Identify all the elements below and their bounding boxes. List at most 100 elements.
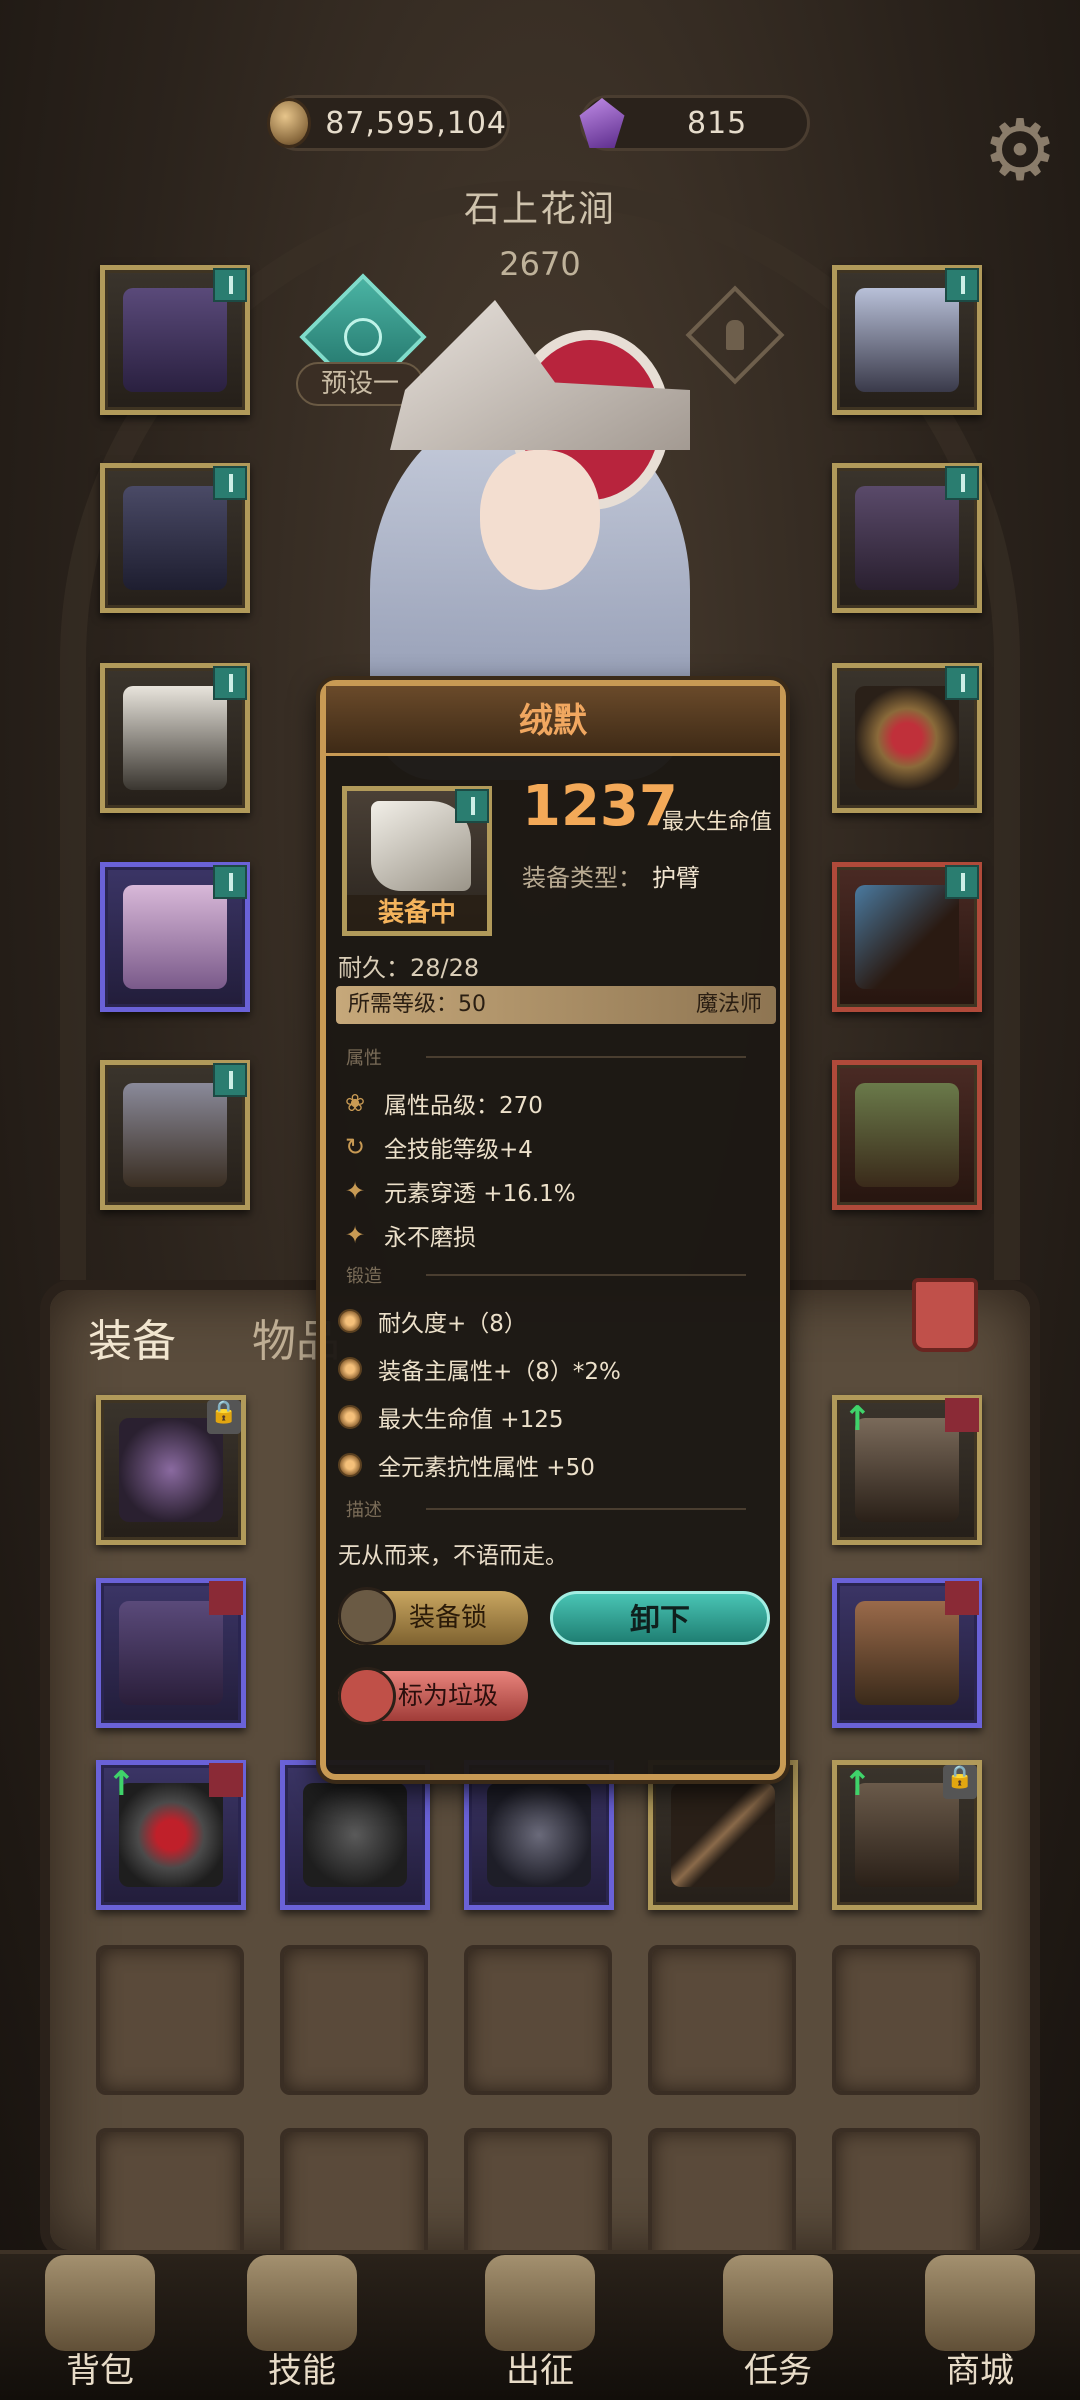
- purple-gem-icon: [579, 98, 625, 148]
- inventory-item[interactable]: [464, 1760, 614, 1910]
- nav-quests[interactable]: 任务: [698, 2255, 858, 2392]
- forge-row: 全元素抗性属性 +50: [338, 1448, 595, 1482]
- equip-slot-offhand[interactable]: [832, 1060, 982, 1210]
- inventory-item[interactable]: ↑ 🔒: [832, 1760, 982, 1910]
- spellbook-icon: [855, 1083, 959, 1187]
- accessory-icon: [855, 486, 959, 590]
- upgrade-arrow-icon: ↑: [843, 1764, 872, 1804]
- inventory-item[interactable]: [96, 1578, 246, 1728]
- item-type-value: 护臂: [652, 864, 700, 892]
- forge-row: 最大生命值 +125: [338, 1400, 563, 1434]
- item-preview: 装备中: [342, 786, 492, 936]
- inventory-item[interactable]: 🔒: [96, 1395, 246, 1545]
- grade-tag: [945, 466, 979, 500]
- skirt-icon: [123, 885, 227, 989]
- currency-bar: 87,595,104 815: [0, 95, 1080, 155]
- tab-equipment[interactable]: 装备: [88, 1305, 176, 1369]
- forge-text: 最大生命值 +125: [378, 1407, 564, 1433]
- equip-slot-accessory[interactable]: [832, 463, 982, 613]
- equip-slot-armor[interactable]: [100, 463, 250, 613]
- scroll-icon: [723, 2255, 833, 2351]
- attr-text: 永不磨损: [384, 1225, 476, 1251]
- grade-tag: [213, 466, 247, 500]
- shop-crown-icon: [925, 2255, 1035, 2351]
- item-description: 无从而来，不语而走。: [338, 1543, 568, 1569]
- equip-slot-ring[interactable]: [832, 663, 982, 813]
- empty-slot[interactable]: [280, 1945, 428, 2095]
- forge-row: 装备主属性+（8）*2%: [338, 1352, 621, 1386]
- skill-book-icon: [247, 2255, 357, 2351]
- backpack-icon: [45, 2255, 155, 2351]
- nav-expedition[interactable]: 出征: [460, 2255, 620, 2392]
- inventory-item[interactable]: [648, 1760, 798, 1910]
- staff-icon: [855, 885, 959, 989]
- forge-text: 全元素抗性属性 +50: [378, 1455, 595, 1481]
- trash-bin-icon[interactable]: [912, 1278, 978, 1352]
- empty-slot[interactable]: [832, 1945, 980, 2095]
- grade-tag: [945, 1398, 979, 1432]
- item-tooltip: 绒默 装备中 1237 最大生命值 装备类型： 护臂 耐久：28/28 所需等级…: [320, 680, 786, 1780]
- unequip-button[interactable]: 卸下: [550, 1591, 770, 1645]
- equip-slot-boots[interactable]: [100, 1060, 250, 1210]
- grade-tag: [455, 789, 489, 823]
- forge-dot-icon: [338, 1453, 362, 1477]
- nav-shop[interactable]: 商城: [900, 2255, 1060, 2392]
- equip-slot-skirt[interactable]: [100, 862, 250, 1012]
- empty-slot[interactable]: [96, 1945, 244, 2095]
- attr-row: ❀ 属性品级：270: [338, 1086, 543, 1120]
- settings-gear-icon[interactable]: ⚙: [980, 108, 1060, 192]
- boots-icon: [123, 1083, 227, 1187]
- attr-text: 元素穿透 +16.1%: [384, 1181, 576, 1207]
- equipped-label: 装备中: [347, 895, 487, 931]
- empty-slot[interactable]: [464, 1945, 612, 2095]
- amulet-icon: [487, 1783, 591, 1887]
- inventory-item[interactable]: [832, 1578, 982, 1728]
- required-class: 魔法师: [695, 992, 762, 1017]
- inventory-item[interactable]: ↑: [96, 1760, 246, 1910]
- lock-icon: 🔒: [207, 1400, 241, 1434]
- attr-row: ✦ 永不磨损: [338, 1218, 476, 1252]
- section-forge: 锻造: [346, 1262, 766, 1288]
- forge-row: 耐久度+（8）: [338, 1304, 527, 1338]
- empty-slot[interactable]: [648, 1945, 796, 2095]
- equip-lock-button[interactable]: 装备锁: [338, 1587, 528, 1645]
- grade-tag: [209, 1581, 243, 1615]
- section-label: 描述: [346, 1500, 382, 1521]
- forge-dot-icon: [338, 1357, 362, 1381]
- nav-backpack[interactable]: 背包: [20, 2255, 180, 2392]
- upgrade-arrow-icon: ↑: [843, 1399, 872, 1439]
- lotus-icon: ❀: [344, 1089, 366, 1117]
- grade-tag: [213, 268, 247, 302]
- amulet-icon: [855, 288, 959, 392]
- gold-counter: 87,595,104: [267, 95, 510, 151]
- forge-dot-icon: [338, 1405, 362, 1429]
- inventory-item[interactable]: [280, 1760, 430, 1910]
- junk-tag-icon: [338, 1667, 396, 1725]
- sparkle-icon: ✦: [344, 1221, 366, 1249]
- forge-text: 耐久度+（8）: [378, 1311, 527, 1337]
- grade-tag: [945, 268, 979, 302]
- character-name: 石上花涧: [463, 189, 616, 230]
- equip-slot-helmet[interactable]: [100, 265, 250, 415]
- inventory-item[interactable]: ↑: [832, 1395, 982, 1545]
- gold-amount: 87,595,104: [325, 105, 507, 141]
- section-label: 属性: [346, 1048, 382, 1069]
- gem-counter: 815: [579, 95, 810, 151]
- attr-text: 全技能等级+4: [384, 1137, 533, 1163]
- durability: 耐久：28/28: [338, 954, 480, 982]
- forge-dot-icon: [338, 1309, 362, 1333]
- requirement-bar: 所需等级：50 魔法师: [336, 986, 776, 1024]
- grade-tag: [945, 666, 979, 700]
- mark-junk-button[interactable]: 标为垃圾: [338, 1667, 528, 1725]
- equip-slot-weapon[interactable]: [832, 862, 982, 1012]
- item-type-key: 装备类型：: [522, 864, 642, 892]
- equip-slot-amulet[interactable]: [832, 265, 982, 415]
- item-name: 绒默: [519, 701, 587, 741]
- equip-slot-bracer[interactable]: [100, 663, 250, 813]
- grade-tag: [213, 865, 247, 899]
- main-stat-value: 1237: [522, 774, 678, 839]
- nav-skills[interactable]: 技能: [222, 2255, 382, 2392]
- forge-text: 装备主属性+（8）*2%: [378, 1359, 621, 1385]
- main-stat-label: 最大生命值: [662, 810, 773, 835]
- staff-icon: [671, 1783, 775, 1887]
